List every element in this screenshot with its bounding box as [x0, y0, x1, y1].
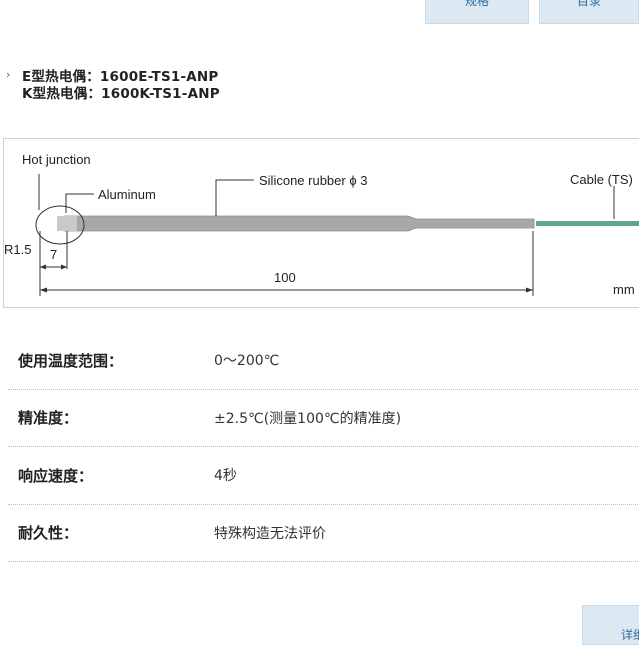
spec-table: 使用温度范围： 0～200℃ 精准度： ±2.5℃(测量100℃的精准度) 响应…	[8, 332, 639, 562]
spec-value: 特殊构造无法评价	[214, 525, 326, 542]
spec-label: 响应速度：	[18, 466, 94, 485]
spec-row: 使用温度范围： 0～200℃	[8, 332, 639, 390]
probe-body	[59, 215, 535, 232]
spec-label: 精准度：	[18, 409, 79, 428]
aluminum-leader	[65, 193, 94, 213]
label-r15: R1.5	[4, 242, 31, 257]
probe-diagram-svg: Hot junction Aluminum Silicone rubber ϕ …	[4, 152, 639, 297]
model-list: › E型热电偶：1600E-TS1-ANP K型热电偶：1600K-TS1-AN…	[6, 66, 220, 102]
probe-diagram: Hot junction Aluminum Silicone rubber ϕ …	[3, 138, 639, 308]
spec-row: 精准度： ±2.5℃(测量100℃的精准度)	[8, 390, 639, 447]
tab-spec[interactable]: 规格	[425, 0, 529, 24]
tab-spec-label: 规格	[464, 0, 489, 8]
detail-button[interactable]: 详细	[582, 605, 639, 645]
arrow	[526, 287, 533, 293]
tab-catalog-label: 目录	[576, 0, 601, 8]
spec-label: 使用温度范围：	[18, 351, 124, 370]
spec-row: 耐久性： 特殊构造无法评价	[8, 505, 639, 562]
label-dim-100: 100	[274, 270, 296, 285]
detail-button-label: 详细	[621, 628, 639, 642]
chevron-right-icon: ›	[6, 68, 11, 81]
spec-label: 耐久性：	[18, 524, 79, 543]
label-hot-junction: Hot junction	[22, 152, 91, 167]
label-silicone: Silicone rubber ϕ 3	[259, 173, 367, 188]
label-cable: Cable (TS)	[570, 172, 633, 187]
model-label-k: K型热电偶：1600K-TS1-ANP	[22, 85, 220, 102]
spec-row: 响应速度： 4秒	[8, 447, 639, 505]
model-item: K型热电偶：1600K-TS1-ANP	[6, 83, 220, 102]
arrow	[61, 264, 67, 270]
spec-value: ±2.5℃(测量100℃的精准度)	[214, 410, 402, 427]
spec-value: 4秒	[214, 468, 237, 485]
label-aluminum: Aluminum	[98, 187, 156, 202]
model-item: › E型热电偶：1600E-TS1-ANP	[6, 66, 220, 85]
label-unit: mm	[613, 282, 635, 297]
arrow	[40, 264, 46, 270]
tab-catalog[interactable]: 目录	[539, 0, 639, 24]
spec-value: 0～200℃	[214, 353, 280, 370]
cable-shape	[536, 221, 639, 226]
label-dim-7: 7	[50, 247, 57, 262]
silicone-leader	[215, 179, 254, 216]
arrow	[40, 287, 47, 293]
aluminum-tip	[57, 216, 77, 231]
